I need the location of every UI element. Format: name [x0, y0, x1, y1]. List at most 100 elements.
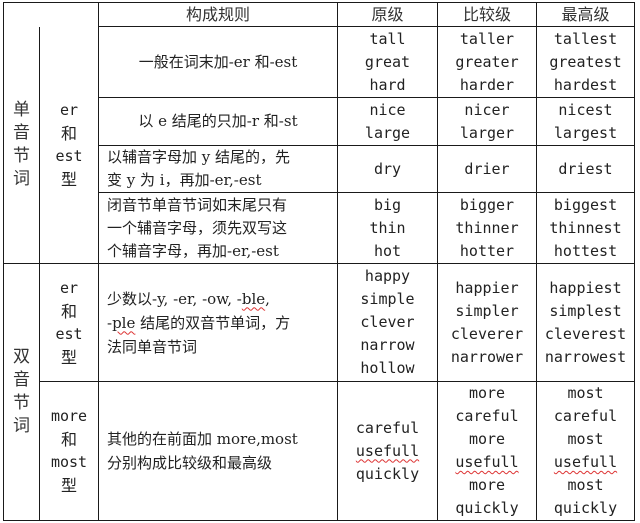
- rule-line: 其他的在前面加 more,most: [107, 430, 298, 448]
- type-line: 型: [60, 347, 77, 367]
- word: happier: [455, 278, 519, 297]
- rule-cell: 一般在词末加-er 和-est: [98, 26, 338, 98]
- word: simpler: [455, 301, 519, 320]
- word: hottest: [553, 241, 618, 260]
- word-misspelled: usefull: [455, 453, 519, 471]
- group-monosyllable: 单 音 节 词: [3, 26, 40, 264]
- word-misspelled: usefull: [355, 441, 420, 460]
- rule-line: 少数以-y, -er, -ow, -ble,: [107, 289, 270, 308]
- superlative-cell: nicest largest: [536, 97, 635, 146]
- positive-cell: happy simple clever narrow hollow: [337, 263, 438, 382]
- word: drier: [464, 159, 510, 178]
- rule-line: 以辅音字母加 y 结尾的，先: [107, 148, 291, 166]
- comparative-cell: happier simpler cleverer narrower: [437, 263, 537, 382]
- word: hollow: [360, 359, 415, 377]
- word: hotter: [459, 241, 515, 260]
- type-line: 和: [60, 430, 77, 449]
- word: more: [468, 476, 506, 494]
- word: most: [567, 476, 604, 494]
- word: large: [364, 123, 411, 142]
- word: tallest: [553, 29, 618, 48]
- header-rule: 构成规则: [98, 2, 338, 27]
- table-row: 以 e 结尾的只加-r 和-st nice large nicer larger…: [4, 97, 635, 146]
- word: narrowest: [544, 347, 627, 366]
- comparative-cell: bigger thinner hotter: [437, 192, 537, 264]
- word: driest: [558, 159, 613, 178]
- rule-line: 法同单音节词: [107, 337, 198, 356]
- word: happy: [364, 267, 411, 285]
- type-line: est: [55, 324, 83, 343]
- word: narrower: [450, 347, 524, 366]
- type-line: more: [50, 407, 88, 425]
- header-row: 构成规则 原级 比较级 最高级: [3, 2, 635, 27]
- word: careful: [553, 407, 618, 425]
- type-line: est: [55, 146, 83, 165]
- comparative-cell: taller greater harder: [437, 26, 537, 98]
- rule-cell: 闭音节单音节词如末尾只有 一个辅音字母，须先双写这 个辅音字母，再加-er,-e…: [98, 192, 338, 264]
- word-misspelled: usefull: [553, 453, 618, 471]
- group-char: 单: [13, 99, 30, 120]
- word: great: [364, 52, 411, 71]
- table-row: 以辅音字母加 y 结尾的，先 变 y 为 i，再加-er,-est dry dr…: [4, 145, 635, 193]
- word: greater: [455, 52, 519, 71]
- word: quickly: [553, 499, 618, 517]
- type-line: most: [50, 453, 88, 471]
- word: biggest: [553, 195, 618, 214]
- word: harder: [459, 75, 515, 94]
- table-row: 单 音 节 词 er 和 est 型 一般在词末加-er 和-est tall …: [3, 26, 635, 264]
- rule-line: 以 e 结尾的只加-r 和-st: [138, 112, 298, 130]
- misspelled-token: ple: [112, 313, 136, 332]
- word: hot: [373, 241, 402, 260]
- word: careful: [455, 407, 519, 425]
- type-line: 型: [60, 169, 77, 189]
- word: more: [468, 430, 506, 448]
- word: happiest: [549, 278, 622, 297]
- group-char: 词: [13, 416, 30, 436]
- word: quickly: [355, 464, 420, 483]
- word: cleverest: [544, 324, 627, 343]
- positive-cell: careful usefull quickly: [337, 381, 438, 521]
- word: bigger: [459, 195, 515, 214]
- type-more-most: more 和 most 型: [39, 381, 99, 521]
- type-line: er: [59, 100, 79, 119]
- word: hard: [369, 75, 406, 94]
- positive-cell: tall great hard: [337, 26, 438, 98]
- type-line: 型: [60, 476, 77, 495]
- word: larger: [459, 123, 515, 142]
- word: largest: [553, 123, 618, 142]
- rule-line: 一般在词末加-er 和-est: [138, 52, 298, 71]
- group-disyllable: 双 音 节 词: [3, 263, 40, 521]
- rule-cell: 少数以-y, -er, -ow, -ble, -ple 结尾的双音节单词，方 法…: [98, 263, 338, 382]
- group-char: 双: [13, 347, 30, 367]
- type-er-est: er 和 est 型: [39, 263, 99, 382]
- positive-cell: nice large: [337, 97, 438, 146]
- group-char: 节: [13, 393, 30, 413]
- table-row: more 和 most 型 其他的在前面加 more,most 分别构成比较级和…: [4, 381, 635, 521]
- word: nice: [369, 100, 406, 119]
- word: simple: [360, 290, 415, 308]
- rule-line: 闭音节单音节词如末尾只有: [107, 195, 288, 214]
- rule-cell: 其他的在前面加 more,most 分别构成比较级和最高级: [98, 381, 338, 521]
- word: cleverer: [450, 324, 524, 343]
- positive-cell: big thin hot: [337, 192, 438, 264]
- misspelled-token: ble: [241, 289, 266, 308]
- header-blank: [3, 2, 99, 27]
- word: thin: [369, 218, 406, 237]
- group-char: 音: [13, 122, 30, 143]
- comparison-rules-table: 构成规则 原级 比较级 最高级 单 音 节 词 er 和 est 型 一般在词末…: [3, 2, 635, 521]
- comparative-cell: nicer larger: [437, 97, 537, 146]
- header-superlative: 最高级: [536, 2, 635, 27]
- rule-cell: 以 e 结尾的只加-r 和-st: [98, 97, 338, 146]
- word: nicest: [558, 100, 613, 119]
- word: narrow: [360, 336, 415, 354]
- rule-line: 一个辅音字母，须先双写这: [107, 218, 288, 237]
- group-char: 词: [13, 168, 30, 189]
- type-line: 和: [60, 301, 77, 321]
- superlative-cell: tallest greatest hardest: [536, 26, 635, 98]
- superlative-cell: driest: [536, 145, 635, 193]
- word: thinnest: [549, 218, 622, 237]
- header-positive: 原级: [337, 2, 438, 27]
- group-char: 节: [13, 145, 30, 166]
- rule-line: -ple 结尾的双音节单词，方: [107, 313, 291, 332]
- rule-line: 变 y 为 i，再加-er,-est: [107, 171, 262, 189]
